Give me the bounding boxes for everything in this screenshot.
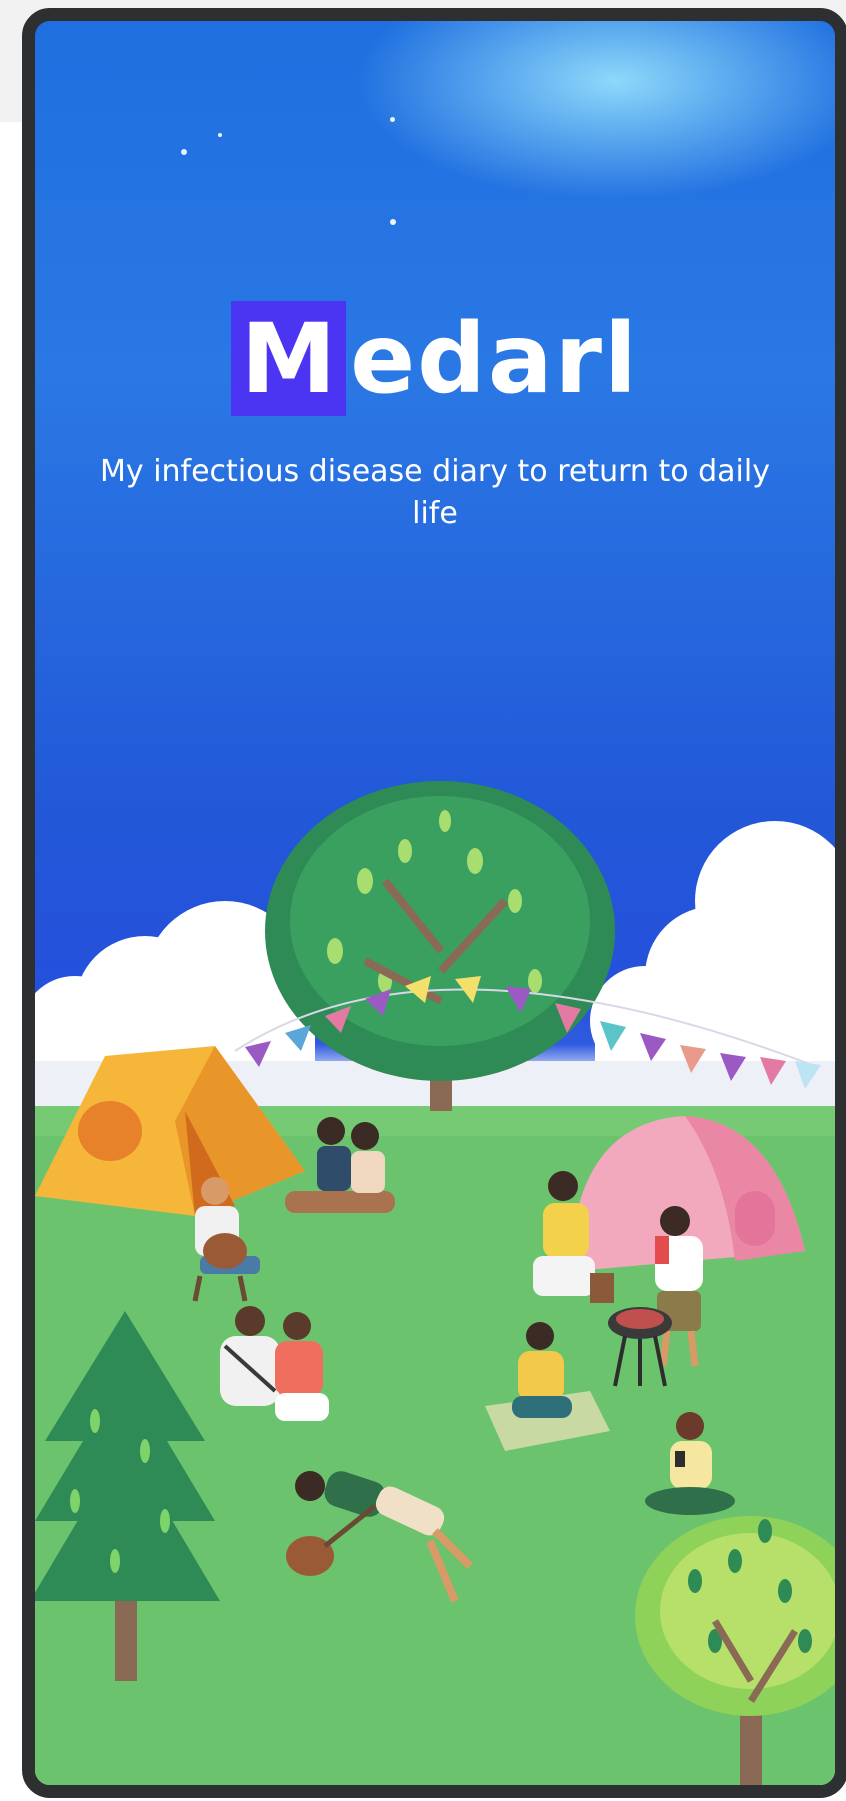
guitar-icon (203, 1233, 247, 1269)
splash-screen: M edarl My infectious disease diary to r… (22, 8, 846, 1798)
camping-illustration (35, 781, 835, 1785)
